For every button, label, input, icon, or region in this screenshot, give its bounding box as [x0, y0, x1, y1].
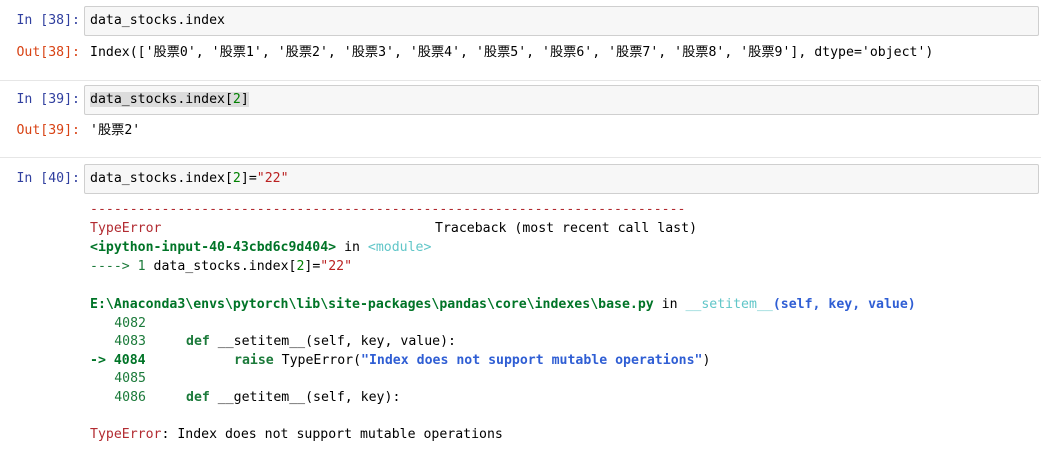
- output-38: Index(['股票0', '股票1', '股票2', '股票3', '股票4'…: [90, 45, 934, 60]
- traceback-label: Traceback (most recent call last): [435, 221, 698, 236]
- line-number: 4082: [114, 316, 146, 331]
- traceback-line-4084: -> 4084 raise TypeError("Index does not s…: [90, 352, 710, 371]
- line-text-suffix: ): [702, 353, 711, 368]
- traceback-line-4083: 4083 def __setitem__(self, key, value):: [90, 333, 456, 352]
- func-args: (self, key, value): [772, 297, 916, 312]
- input-ref: <ipython-input-40-43cbd6c9d404>: [90, 240, 337, 255]
- cell-39[interactable]: In [39]: data_stocks.index[2] Out[39]: '…: [0, 82, 1041, 156]
- traceback-line-4085: 4085: [90, 370, 146, 389]
- cell-separator: [0, 80, 1041, 81]
- keyword-def: def: [186, 334, 210, 349]
- arrow-code-prefix: data_stocks.index[: [153, 259, 297, 274]
- code-num: 2: [232, 171, 241, 186]
- line-text: __getitem__(self, key):: [209, 390, 401, 405]
- line-text-str: "Index does not support mutable operatio…: [361, 353, 703, 368]
- traceback-header: TypeError Traceback (most recent call las…: [90, 220, 697, 239]
- output-39: '股票2': [90, 123, 141, 138]
- cell-separator: [0, 157, 1041, 158]
- code-prefix: data_stocks.index[: [90, 171, 233, 186]
- code-input-39[interactable]: data_stocks.index[2]: [84, 85, 1039, 115]
- in-prompt-38: In [38]:: [16, 13, 80, 28]
- out-prompt-38: Out[38]:: [16, 45, 80, 60]
- code-num: 2: [232, 92, 241, 107]
- file-path: E:\Anaconda3\envs\pytorch\lib\site-packa…: [90, 297, 654, 312]
- arrow-prefix: ----> 1: [90, 259, 154, 274]
- func-name: __setitem__: [685, 297, 773, 312]
- final-error-msg: : Index does not support mutable operati…: [161, 427, 503, 442]
- in-prompt-40: In [40]:: [16, 171, 80, 186]
- traceback-line-4086: 4086 def __getitem__(self, key):: [90, 389, 400, 408]
- line-text: __setitem__(self, key, value):: [209, 334, 456, 349]
- cell-38[interactable]: In [38]: data_stocks.index Out[38]: Inde…: [0, 0, 1041, 78]
- code-text-40: data_stocks.index[2]="22": [90, 170, 289, 188]
- code-prefix: data_stocks.index[: [90, 92, 233, 107]
- code-mid: ]=: [240, 171, 257, 186]
- code-suffix: ]: [240, 92, 249, 107]
- keyword-raise: raise: [234, 353, 274, 368]
- keyword-def: def: [186, 390, 210, 405]
- arrow-code-mid: ]=: [304, 259, 321, 274]
- traceback-arrow-line: ----> 1 data_stocks.index[2]="22": [90, 258, 352, 277]
- final-error-type: TypeError: [90, 427, 162, 442]
- code-text-39: data_stocks.index[2]: [90, 91, 249, 109]
- traceback-dashes: ----------------------------------------…: [90, 202, 686, 217]
- out-prompt-39: Out[39]:: [16, 123, 80, 138]
- traceback-line-4082: 4082: [90, 315, 146, 334]
- error-type: TypeError: [90, 221, 162, 236]
- traceback-final: TypeError: Index does not support mutabl…: [90, 426, 503, 445]
- code-str: "22": [256, 171, 289, 186]
- line-number: 4086: [114, 390, 146, 405]
- file-in: in: [653, 297, 686, 312]
- line-number: 4085: [114, 371, 146, 386]
- code-input-38[interactable]: data_stocks.index: [84, 6, 1039, 36]
- in-prompt-39: In [39]:: [16, 92, 80, 107]
- module-ref: <module>: [367, 240, 432, 255]
- code-text-38: data_stocks.index: [90, 13, 225, 28]
- current-line-number: -> 4084: [90, 353, 146, 368]
- code-input-40[interactable]: data_stocks.index[2]="22": [84, 164, 1039, 194]
- line-number: 4083: [114, 334, 146, 349]
- traceback-file-line: E:\Anaconda3\envs\pytorch\lib\site-packa…: [90, 296, 916, 315]
- line-text-prefix: TypeError(: [273, 353, 362, 368]
- in-word: in: [336, 240, 368, 255]
- arrow-code-str: "22": [320, 259, 353, 274]
- traceback-input-ref-line: <ipython-input-40-43cbd6c9d404> in <modu…: [90, 239, 431, 258]
